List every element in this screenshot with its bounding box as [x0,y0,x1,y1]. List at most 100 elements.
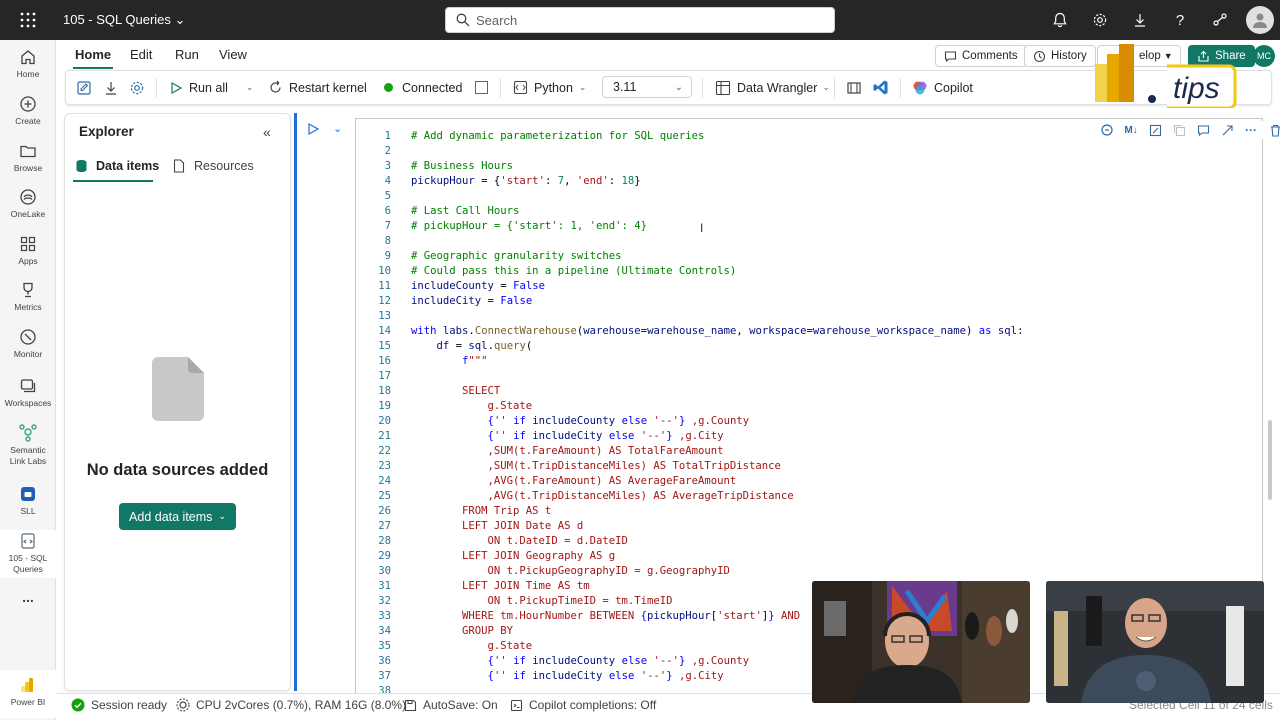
tab-edit[interactable]: Edit [130,47,152,62]
waffle-icon[interactable] [18,10,38,30]
add-data-items-button[interactable]: Add data items ⌄ [119,503,236,530]
rail-item-onelake[interactable]: OneLake [0,188,56,220]
tab-view[interactable]: View [219,47,247,62]
rail-item-powerbi[interactable]: Power BI [0,670,56,718]
markdown-toggle-icon[interactable]: M↓ [1120,121,1142,139]
code-line[interactable]: 2 [356,144,1023,159]
code-token: warehouse_workspace_name [812,325,966,337]
code-line[interactable]: 11 includeCounty = False [356,279,1023,294]
rail-item-browse[interactable]: Browse [0,142,56,174]
settings-icon[interactable] [129,71,151,104]
rail-item-sll[interactable]: SLL [0,485,56,517]
comments-button[interactable]: Comments [935,45,1027,67]
download-notebook-icon[interactable] [103,71,125,104]
bell-icon[interactable] [1050,10,1070,30]
chevron-down-icon: ⌄ [578,82,587,92]
collapse-panel-icon[interactable]: « [263,124,271,140]
code-line[interactable]: 7 # pickupHour = {'start': 1, 'end': 4} [356,219,1023,234]
download-icon[interactable] [1130,10,1150,30]
edit-notebook-icon[interactable] [76,71,98,104]
chevron-down-icon: ⌄ [174,12,186,27]
tab-run[interactable]: Run [175,47,199,62]
help-icon[interactable]: ? [1170,10,1190,30]
rail-item-more[interactable]: ... [0,590,56,604]
code-line[interactable]: 18 SELECT [356,384,1023,399]
workspace-title[interactable]: 105 - SQL Queries ⌄ [63,12,185,28]
rail-item-apps[interactable]: Apps [0,235,56,267]
history-button[interactable]: History [1024,45,1096,67]
stop-session-button[interactable] [475,71,488,104]
code-line[interactable]: 26 FROM Trip AS t [356,504,1023,519]
rail-item-notebook[interactable]: 105 - SQL Queries [0,530,56,578]
code-line[interactable]: 5 [356,189,1023,204]
tab-data-items[interactable]: Data items [75,159,159,173]
chevron-down-icon[interactable]: ⌄ [246,82,254,93]
play-icon [308,122,320,136]
delete-cell-icon[interactable] [1264,121,1280,139]
tab-home[interactable]: Home [72,47,114,69]
avatar[interactable] [1246,6,1274,34]
code-line[interactable]: 24 ,AVG(t.FareAmount) AS AverageFareAmou… [356,474,1023,489]
code-text: GROUP BY [411,624,513,639]
session-status[interactable]: Session ready [71,698,167,712]
code-line[interactable]: 21 {'' if includeCity else '--'} ,g.City [356,429,1023,444]
connection-status[interactable]: Connected [384,71,462,104]
comment-cell-icon[interactable] [1192,121,1214,139]
code-line[interactable]: 15 df = sql.query( [356,339,1023,354]
rail-item-workspaces[interactable]: Workspaces [0,377,56,409]
code-line[interactable]: 19 g.State [356,399,1023,414]
version-dropdown[interactable]: 3.11 ⌄ [602,76,692,98]
open-in-app-icon[interactable] [846,71,868,104]
vertical-scrollbar[interactable] [1268,420,1272,500]
search-input[interactable]: Search [445,7,835,33]
tab-resources[interactable]: Resources [173,159,254,173]
lock-cell-icon[interactable] [1144,121,1166,139]
code-line[interactable]: 29 LEFT JOIN Geography AS g [356,549,1023,564]
expand-cell-icon[interactable] [1216,121,1238,139]
code-line[interactable]: 20 {'' if includeCounty else '--'} ,g.Co… [356,414,1023,429]
run-all-button[interactable]: Run all ⌄ [169,71,253,104]
resource-usage[interactable]: CPU 2vCores (0.7%), RAM 16G (8.0%) [176,698,406,712]
gear-icon[interactable] [1090,10,1110,30]
copilot-completions-status[interactable]: Copilot completions: Off [510,698,656,712]
copilot-button[interactable]: Copilot [912,71,973,104]
code-line[interactable]: 12 includeCity = False [356,294,1023,309]
run-all-label: Run all [189,80,228,95]
rail-item-create[interactable]: Create [0,95,56,127]
more-options-icon[interactable]: ··· [1240,121,1262,139]
rail-item-monitor[interactable]: Monitor [0,328,56,360]
code-line[interactable]: 1 # Add dynamic parameterization for SQL … [356,129,1023,144]
code-line[interactable]: 25 ,AVG(t.TripDistanceMiles) AS AverageT… [356,489,1023,504]
code-line[interactable]: 30 ON t.PickupGeographyID = g.GeographyI… [356,564,1023,579]
copilot-cell-icon[interactable] [1096,121,1118,139]
code-line[interactable]: 4 pickupHour = {'start': 7, 'end': 18} [356,174,1023,189]
line-number: 25 [378,490,391,502]
rail-item-home[interactable]: Home [0,48,56,80]
code-line[interactable]: 9 # Geographic granularity switches [356,249,1023,264]
share-network-icon[interactable] [1210,10,1230,30]
language-dropdown[interactable]: Python ⌄ [513,71,586,104]
code-line[interactable]: 22 ,SUM(t.FareAmount) AS TotalFareAmount [356,444,1023,459]
code-line[interactable]: 13 [356,309,1023,324]
code-line[interactable]: 14 with labs.ConnectWarehouse(warehouse=w… [356,324,1023,339]
data-wrangler-button[interactable]: Data Wrangler ⌄ [715,71,830,104]
code-line[interactable]: 8 [356,234,1023,249]
run-cell-button[interactable] [306,122,320,139]
rail-item-semantic-link-labs[interactable]: Semantic Link Labs [0,422,56,467]
rail-item-metrics[interactable]: Metrics [0,281,56,313]
restart-kernel-button[interactable]: Restart kernel [268,71,367,104]
vscode-icon[interactable] [872,71,895,104]
copy-cell-icon[interactable] [1168,121,1190,139]
code-line[interactable]: 28 ON t.DateID = d.DateID [356,534,1023,549]
code-line[interactable]: 27 LEFT JOIN Date AS d [356,519,1023,534]
code-line[interactable]: 17 [356,369,1023,384]
code-line[interactable]: 16 f""" [356,354,1023,369]
code-line[interactable]: 23 ,SUM(t.TripDistanceMiles) AS TotalTri… [356,459,1023,474]
autosave-status[interactable]: AutoSave: On [404,698,498,712]
user-avatar[interactable]: MC [1253,45,1275,67]
code-line[interactable]: 10 # Could pass this in a pipeline (Ultim… [356,264,1023,279]
code-token: g.State [411,400,533,412]
code-line[interactable]: 6 # Last Call Hours [356,204,1023,219]
code-line[interactable]: 3 # Business Hours [356,159,1023,174]
cell-options-chevron-icon[interactable]: ⌄ [333,122,342,135]
